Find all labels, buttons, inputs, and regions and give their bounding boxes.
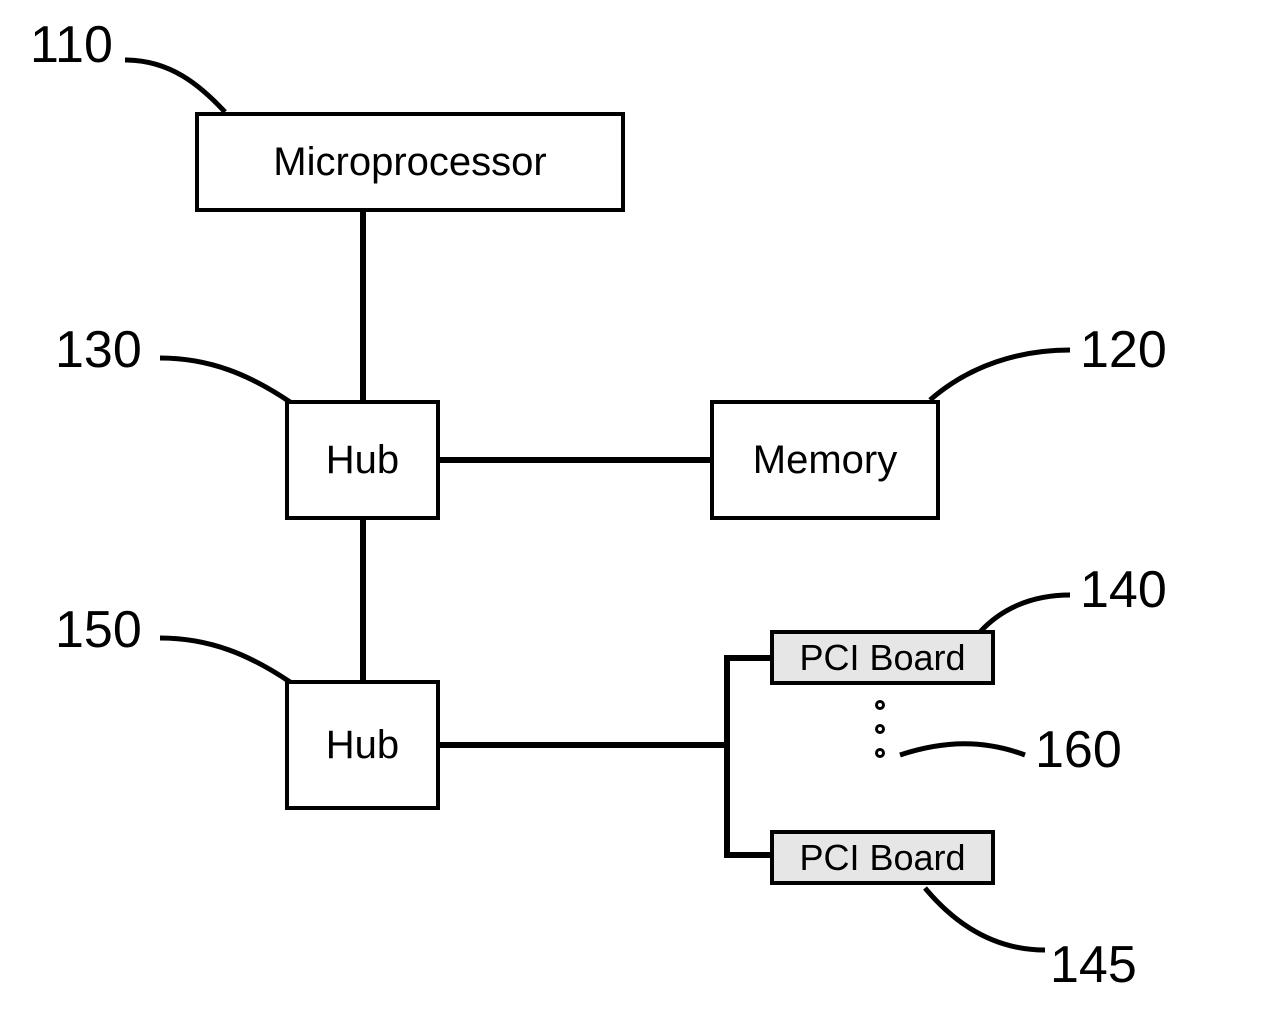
- diagram-canvas: Microprocessor Hub Memory Hub PCI Board …: [0, 0, 1282, 1013]
- leader-145: [0, 0, 1282, 1013]
